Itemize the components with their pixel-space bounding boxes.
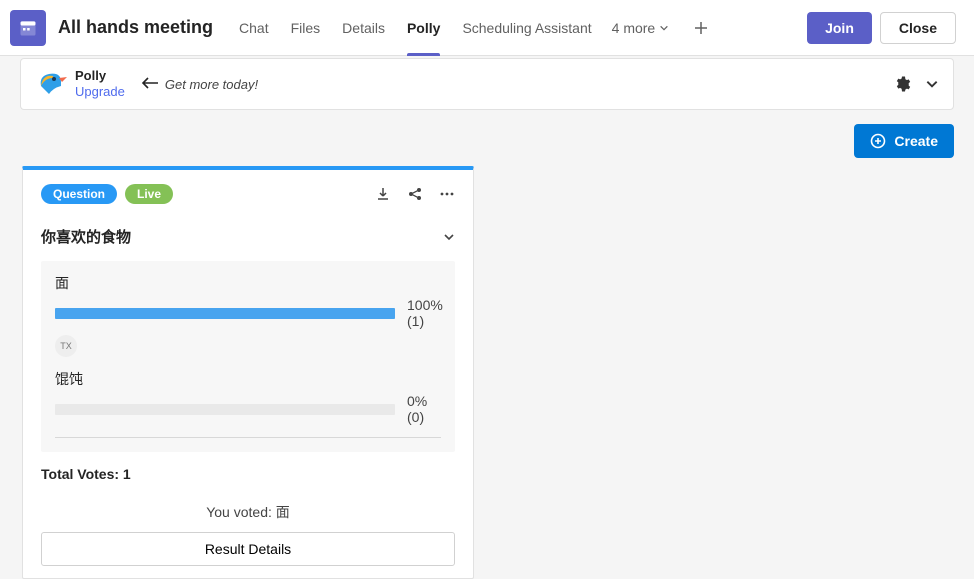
result-details-button[interactable]: Result Details [41,532,455,566]
polly-actions [893,75,939,93]
plus-circle-icon [870,133,886,149]
poll-option-label: 面 [55,273,441,293]
back-arrow-icon[interactable] [141,76,159,92]
divider [55,437,441,438]
tab-strip: Chat Files Details Polly Scheduling Assi… [229,0,602,56]
more-tabs-label: 4 more [612,20,656,36]
poll-option-bar-row: 0% (0) [55,393,441,425]
join-button[interactable]: Join [807,12,872,44]
more-tabs-dropdown[interactable]: 4 more [612,20,670,36]
poll-option-bar-track [55,404,395,415]
tab-scheduling-assistant[interactable]: Scheduling Assistant [452,0,601,56]
chevron-down-icon [659,23,669,33]
poll-option-value: 0% (0) [407,393,441,425]
poll-card-actions [375,186,455,202]
pill-live: Live [125,184,173,204]
polly-name: Polly [75,68,125,84]
download-icon[interactable] [375,186,391,202]
poll-option-value: 100% (1) [407,297,443,329]
polly-logo-icon [35,68,67,100]
poll-option: 面 100% (1) TX [55,273,441,357]
polly-header-bar: Polly Upgrade Get more today! [20,58,954,110]
create-row: Create [0,110,974,166]
voter-avatar[interactable]: TX [55,335,77,357]
tab-files[interactable]: Files [281,0,331,56]
poll-option-bar-track [55,308,395,319]
gear-icon[interactable] [893,75,911,93]
chevron-down-icon [443,231,455,243]
upgrade-link[interactable]: Upgrade [75,84,125,100]
poll-title-row[interactable]: 你喜欢的食物 [41,226,455,247]
poll-title: 你喜欢的食物 [41,226,131,247]
create-label: Create [894,133,938,149]
close-button[interactable]: Close [880,12,956,44]
poll-option-bar-fill [55,308,395,319]
chevron-down-icon[interactable] [925,77,939,91]
meeting-title: All hands meeting [58,17,213,38]
poll-option-bar-row: 100% (1) [55,297,441,329]
total-votes: Total Votes: 1 [41,466,455,482]
tab-chat[interactable]: Chat [229,0,279,56]
plus-icon [693,20,709,36]
poll-body: 面 100% (1) TX 馄饨 0% (0) [41,261,455,452]
meeting-header: All hands meeting Chat Files Details Pol… [0,0,974,56]
tab-details[interactable]: Details [332,0,395,56]
poll-option-label: 馄饨 [55,369,441,389]
polly-title-block: Polly Upgrade [75,68,125,99]
you-voted-text: You voted: 面 [41,502,455,522]
more-icon[interactable] [439,186,455,202]
polly-promo-text: Get more today! [165,77,258,92]
pill-question: Question [41,184,117,204]
calendar-app-icon [10,10,46,46]
share-icon[interactable] [407,186,423,202]
poll-card: Question Live 你喜欢的食物 面 100% (1) TX 馄饨 [22,166,474,579]
poll-option: 馄饨 0% (0) [55,369,441,425]
create-button[interactable]: Create [854,124,954,158]
add-tab-button[interactable] [685,12,717,44]
tab-polly[interactable]: Polly [397,0,450,56]
poll-card-header: Question Live [41,184,455,204]
